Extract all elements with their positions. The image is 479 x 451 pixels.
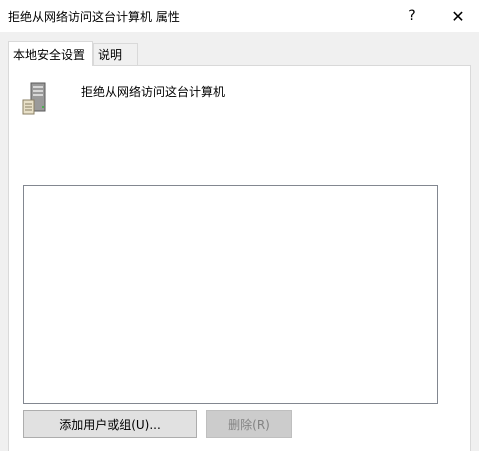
properties-dialog: 拒绝从网络访问这台计算机 属性 ? ✕ 本地安全设置 说明 拒绝从网络访问这台计… [0,0,479,451]
tab-explain[interactable]: 说明 [93,43,138,65]
policy-name: 拒绝从网络访问这台计算机 [81,85,226,99]
title-bar[interactable]: 拒绝从网络访问这台计算机 属性 ? ✕ [0,0,479,32]
close-button[interactable]: ✕ [436,0,479,32]
server-icon [22,82,46,115]
window-title: 拒绝从网络访问这台计算机 属性 [8,10,180,24]
users-groups-list[interactable] [23,185,438,404]
remove-button[interactable]: 删除(R) [206,410,292,438]
tab-local-security-setting[interactable]: 本地安全设置 [8,41,93,66]
add-user-or-group-button[interactable]: 添加用户或组(U)... [23,410,197,438]
help-button[interactable]: ? [390,0,434,32]
